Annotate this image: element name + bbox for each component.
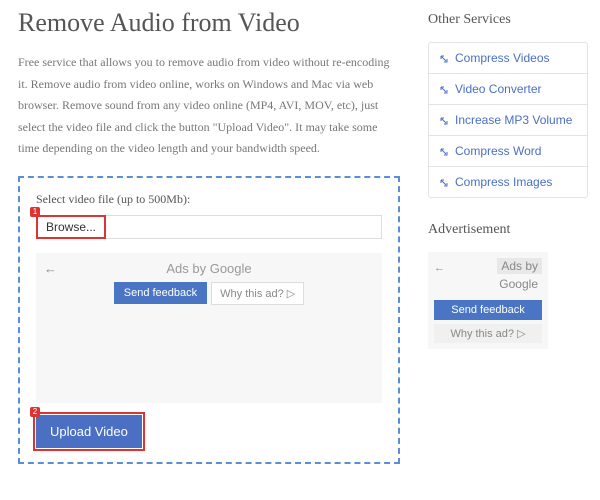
external-link-icon xyxy=(439,146,449,156)
service-compress-word[interactable]: Compress Word xyxy=(429,136,587,167)
ad-box-sidebar: ← Ads by Google Send feedback Why this a… xyxy=(428,252,548,349)
browse-button[interactable]: Browse... xyxy=(36,215,106,239)
page-title: Remove Audio from Video xyxy=(18,8,400,38)
external-link-icon xyxy=(439,115,449,125)
step-marker-2: 2 xyxy=(30,407,40,417)
file-row: 1 Browse... xyxy=(36,215,382,239)
ad-sidebar-why-button[interactable]: Why this ad? ▷ xyxy=(434,324,542,343)
ad-sidebar-feedback-button[interactable]: Send feedback xyxy=(434,300,542,320)
ad-title: Ads by Google xyxy=(46,261,372,276)
external-link-icon xyxy=(439,177,449,187)
ad-back-icon[interactable]: ← xyxy=(44,261,57,276)
services-list: Compress Videos Video Converter Increase… xyxy=(428,42,588,198)
ad-sidebar-title2: Google xyxy=(495,276,542,292)
ad-box-main: ← Ads by Google Send feedback Why this a… xyxy=(36,253,382,403)
ad-sidebar-title1: Ads by xyxy=(497,258,542,274)
external-link-icon xyxy=(439,84,449,94)
advertisement-heading: Advertisement xyxy=(428,222,588,238)
service-label: Compress Images xyxy=(455,175,552,189)
service-increase-mp3[interactable]: Increase MP3 Volume xyxy=(429,105,587,136)
service-compress-images[interactable]: Compress Images xyxy=(429,167,587,197)
ad-feedback-button[interactable]: Send feedback xyxy=(114,282,207,304)
service-label: Increase MP3 Volume xyxy=(455,113,572,127)
file-path-field[interactable] xyxy=(105,215,382,239)
service-label: Compress Word xyxy=(455,144,541,158)
service-compress-videos[interactable]: Compress Videos xyxy=(429,43,587,74)
ad-sidebar-back-icon[interactable]: ← xyxy=(434,262,445,274)
service-video-converter[interactable]: Video Converter xyxy=(429,74,587,105)
upload-video-button[interactable]: Upload Video xyxy=(36,415,142,448)
service-label: Video Converter xyxy=(455,82,542,96)
service-label: Compress Videos xyxy=(455,51,550,65)
intro-text: Free service that allows you to remove a… xyxy=(18,52,400,160)
ad-why-button[interactable]: Why this ad? ▷ xyxy=(211,282,304,305)
upload-panel: Select video file (up to 500Mb): 1 Brows… xyxy=(18,176,400,464)
external-link-icon xyxy=(439,53,449,63)
services-heading: Other Services xyxy=(428,12,588,28)
file-label: Select video file (up to 500Mb): xyxy=(36,192,382,207)
